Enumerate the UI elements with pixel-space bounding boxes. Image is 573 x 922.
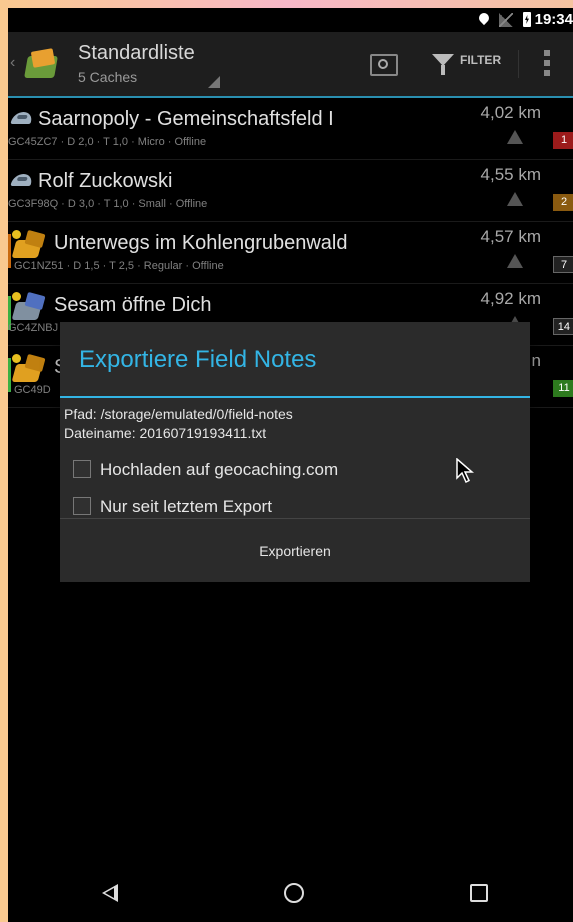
battery-charging-icon (523, 12, 531, 27)
filter-label: FILTER (460, 53, 502, 67)
status-icons (479, 12, 531, 27)
app-logo-icon[interactable] (22, 46, 60, 82)
overflow-menu-icon[interactable] (544, 50, 550, 76)
list-item[interactable]: Rolf Zuckowski GC3F98Q · D 3,0 · T 1,0 ·… (8, 160, 573, 222)
export-field-notes-dialog: Exportiere Field Notes Pfad: /storage/em… (60, 322, 530, 582)
cache-distance: 4,55 km (480, 165, 541, 184)
cache-badge: 11 (553, 380, 573, 397)
direction-arrow-icon (507, 192, 523, 206)
dialog-title: Exportiere Field Notes (79, 346, 317, 373)
travelbug-icon (10, 174, 34, 186)
mouse-cursor-icon (456, 458, 475, 484)
traditional-cache-icon (11, 353, 46, 384)
action-bar-divider (518, 50, 519, 78)
cache-status-stripe (8, 358, 11, 392)
recent-apps-icon[interactable] (470, 884, 488, 902)
cache-name: Saarnopoly - Gemeinschaftsfeld I (38, 108, 334, 130)
cache-distance: 4,57 km (480, 227, 541, 246)
up-caret-icon[interactable]: ‹ (10, 54, 15, 72)
direction-arrow-icon (507, 130, 523, 144)
cache-distance: n (531, 351, 541, 370)
filter-icon (432, 54, 454, 75)
since-last-export-checkbox[interactable] (73, 497, 91, 515)
export-button[interactable]: Exportieren (60, 520, 530, 582)
home-icon[interactable] (284, 883, 304, 903)
cache-name: Sesam öffne Dich (54, 294, 212, 316)
cache-meta: GC49D (14, 384, 51, 396)
export-path: Pfad: /storage/emulated/0/field-notes (64, 406, 293, 422)
map-icon[interactable] (370, 54, 398, 76)
dialog-title-divider (60, 396, 530, 398)
list-subtitle[interactable]: 5 Caches (78, 69, 137, 85)
location-icon (479, 13, 489, 27)
navigation-bar (8, 866, 573, 922)
upload-checkbox[interactable] (73, 460, 91, 478)
status-time: 19:34 (534, 11, 573, 28)
export-filename: Dateiname: 20160719193411.txt (64, 425, 267, 441)
status-bar: 19:34 (8, 8, 573, 32)
action-bar: ‹ Standardliste 5 Caches FILTER (8, 32, 573, 98)
cache-name: Unterwegs im Kohlengrubenwald (54, 232, 348, 254)
cache-meta: GC3F98Q · D 3,0 · T 1,0 · Small · Offlin… (8, 198, 208, 210)
back-icon[interactable] (102, 884, 118, 902)
list-item[interactable]: Unterwegs im Kohlengrubenwald GC1NZ51 · … (8, 222, 573, 284)
cache-distance: 4,92 km (480, 289, 541, 308)
cache-status-stripe (8, 234, 11, 268)
upload-checkbox-label[interactable]: Hochladen auf geocaching.com (100, 460, 338, 480)
list-item[interactable]: Saarnopoly - Gemeinschaftsfeld I GC45ZC7… (8, 98, 573, 160)
travelbug-icon (10, 112, 34, 124)
direction-arrow-icon (507, 254, 523, 268)
cache-meta: GC45ZC7 · D 2,0 · T 1,0 · Micro · Offlin… (8, 136, 207, 148)
phone-screen: 19:34 ‹ Standardliste 5 Caches FILTER Sa… (8, 8, 573, 922)
cache-badge: 1 (553, 132, 573, 149)
since-last-export-checkbox-label[interactable]: Nur seit letztem Export (100, 497, 272, 517)
cache-distance: 4,02 km (480, 103, 541, 122)
cache-badge: 14 (552, 318, 573, 335)
mystery-cache-icon (11, 291, 46, 322)
list-title[interactable]: Standardliste (78, 42, 195, 65)
cache-meta: GC1NZ51 · D 1,5 · T 2,5 · Regular · Offl… (14, 260, 224, 272)
filter-button[interactable]: FILTER (432, 53, 502, 75)
cache-badge: 2 (553, 194, 573, 211)
no-signal-icon (499, 12, 513, 27)
list-selector-icon[interactable] (208, 76, 220, 88)
cache-badge: 7 (553, 256, 573, 273)
dialog-button-divider (60, 518, 530, 519)
cache-name: Rolf Zuckowski (38, 170, 173, 192)
traditional-cache-icon (11, 229, 46, 260)
